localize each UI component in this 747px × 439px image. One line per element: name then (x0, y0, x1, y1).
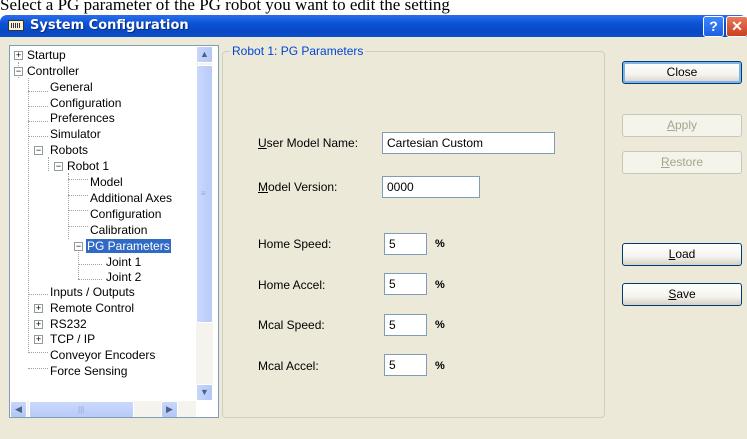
home-speed-unit: % (435, 238, 445, 250)
window-close-button[interactable]: ✕ (726, 16, 747, 37)
tree-item-simulator[interactable]: Simulator (50, 127, 101, 141)
mcal-speed-label: Mcal Speed: (258, 318, 325, 332)
home-speed-label: Home Speed: (258, 237, 332, 251)
help-button[interactable]: ? (703, 16, 724, 37)
tree-item-label: TCP / IP (50, 332, 96, 346)
mcal-accel-input[interactable]: 5 (384, 354, 427, 376)
tree-item-general[interactable]: General (50, 80, 93, 94)
scroll-down-icon[interactable]: ▼ (196, 384, 213, 401)
tree-item-configuration[interactable]: Configuration (50, 96, 121, 110)
home-speed-input[interactable]: 5 (384, 233, 427, 255)
tree-item-label: Robots (50, 143, 89, 157)
mcal-accel-unit: % (435, 360, 445, 372)
settings-tree: + Startup − Controller General Configura… (9, 45, 219, 418)
collapse-icon[interactable]: − (74, 242, 83, 251)
load-button[interactable]: Load (622, 243, 742, 266)
model-version-label: Model Version: (258, 180, 338, 194)
user-model-name-label: User Model Name: (258, 136, 359, 150)
tree-horizontal-scrollbar[interactable]: ◀ ||| ▶ (10, 401, 196, 417)
expand-icon[interactable]: + (34, 304, 43, 313)
save-button[interactable]: Save (622, 283, 742, 306)
tree-item-additional-axes[interactable]: Additional Axes (90, 191, 190, 205)
group-title: Robot 1: PG Parameters (230, 44, 366, 58)
tree-item-conveyor-encoders[interactable]: Conveyor Encoders (50, 348, 195, 362)
tree-item-label: Remote Control (50, 301, 135, 315)
tree-item-label: Startup (27, 48, 66, 62)
vertical-scroll-thumb[interactable]: ≡ (196, 65, 213, 323)
home-accel-input[interactable]: 5 (384, 273, 427, 295)
scroll-left-icon[interactable]: ◀ (10, 401, 27, 417)
collapse-icon[interactable]: − (54, 162, 63, 171)
model-version-input[interactable]: 0000 (382, 176, 480, 198)
app-icon (8, 20, 24, 31)
tree-item-label: Controller (27, 64, 80, 78)
tree-vertical-scrollbar[interactable]: ▲ ≡ ▼ (196, 46, 213, 401)
mcal-speed-input[interactable]: 5 (384, 314, 427, 336)
tree-item-configuration[interactable]: Configuration (90, 207, 190, 221)
tree-item-force-sensing[interactable]: Force Sensing (50, 364, 127, 378)
tree-item-joint-1[interactable]: Joint 1 (106, 255, 141, 269)
tree-item-joint-2[interactable]: Joint 2 (106, 270, 141, 284)
expand-icon[interactable]: + (34, 335, 43, 344)
scroll-up-icon[interactable]: ▲ (196, 46, 213, 63)
expand-icon[interactable]: + (34, 320, 43, 329)
tree-item-calibration[interactable]: Calibration (90, 223, 147, 237)
tree-item-inputs-outputs[interactable]: Inputs / Outputs (50, 285, 135, 299)
collapse-icon[interactable]: − (14, 67, 23, 76)
tree-item-label: RS232 (50, 317, 87, 331)
home-accel-label: Home Accel: (258, 278, 326, 292)
tree-item-label: Robot 1 (67, 159, 110, 173)
restore-button[interactable]: Restore (622, 151, 742, 174)
home-accel-unit: % (435, 279, 445, 291)
window-title: System Configuration (30, 18, 189, 33)
scroll-right-icon[interactable]: ▶ (161, 401, 178, 417)
grip-icon: ≡ (201, 189, 206, 198)
title-bar: System Configuration ? ✕ (0, 15, 747, 37)
tree-item-preferences[interactable]: Preferences (50, 111, 115, 125)
apply-button[interactable]: Apply (622, 114, 742, 137)
tree-item-label: PG Parameters (86, 239, 171, 253)
expand-icon[interactable]: + (14, 51, 23, 60)
user-model-name-input[interactable]: Cartesian Custom (382, 132, 555, 154)
system-configuration-dialog: System Configuration ? ✕ + Startup − Con… (0, 15, 747, 439)
tree-item-pg-parameters[interactable]: − PG Parameters (74, 239, 194, 253)
close-button[interactable]: Close (622, 61, 742, 84)
dialog-client: + Startup − Controller General Configura… (0, 37, 747, 439)
grip-icon: ||| (78, 405, 85, 414)
mcal-speed-unit: % (435, 319, 445, 331)
mcal-accel-label: Mcal Accel: (258, 359, 319, 373)
collapse-icon[interactable]: − (34, 146, 43, 155)
tree-item-model[interactable]: Model (90, 175, 123, 189)
instruction-caption: Select a PG parameter of the PG robot yo… (0, 0, 450, 14)
horizontal-scroll-thumb[interactable]: ||| (29, 401, 134, 417)
